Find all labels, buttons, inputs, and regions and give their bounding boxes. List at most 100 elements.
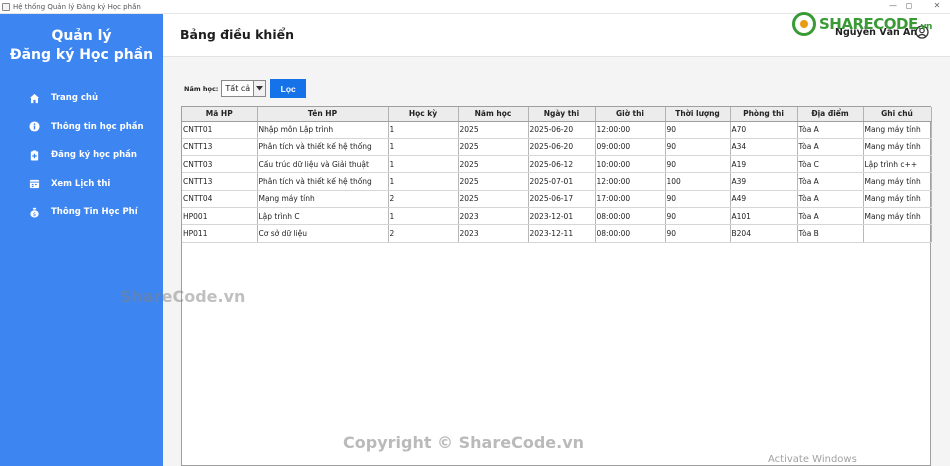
table-cell: Mang máy tính	[863, 207, 932, 226]
sidebar-item-home[interactable]: Trang chủ	[0, 84, 163, 113]
exam-schedule-table: Mã HP Tên HP Học kỳ Năm học Ngày thi Giờ…	[181, 106, 932, 466]
table-row[interactable]: CNTT13 Phân tích và thiết kế hệ thống 1 …	[182, 138, 932, 157]
table-cell: 2025	[458, 190, 529, 208]
table-cell: 2025-06-20	[528, 138, 596, 157]
table-cell: Mang máy tính	[863, 121, 932, 139]
table-cell: 2025-06-17	[528, 190, 596, 208]
sidebar-item-exam-schedule[interactable]: Xem Lịch thi	[0, 170, 163, 199]
app-icon	[2, 2, 10, 11]
table-cell: 2025	[458, 172, 529, 191]
main-panel: Bảng điều khiển Nguyễn Văn An Năm học: T…	[163, 14, 950, 466]
copyright-watermark: Copyright © ShareCode.vn	[343, 433, 585, 452]
table-cell: 90	[665, 155, 731, 174]
table-header-row: Mã HP Tên HP Học kỳ Năm học Ngày thi Giờ…	[182, 107, 932, 122]
logo-suffix: .vn	[917, 22, 933, 32]
table-cell: 2025	[458, 155, 529, 174]
sidebar-item-register[interactable]: Đăng ký học phần	[0, 141, 163, 170]
filter-button[interactable]: Lọc	[270, 79, 307, 98]
table-row[interactable]: CNTT13 Phân tích và thiết kế hệ thống 1 …	[182, 172, 932, 191]
table-cell: A49	[730, 190, 798, 208]
table-cell: Tòa C	[797, 155, 864, 174]
sidebar: Quản lý Đăng ký Học phần Trang chủ Thông…	[0, 14, 163, 466]
table-cell: 2025	[458, 138, 529, 157]
table-cell: Nhập môn Lập trình	[257, 121, 389, 139]
table-cell: CNTT13	[182, 172, 258, 191]
table-cell: 90	[665, 190, 731, 208]
table-cell: 2023	[458, 207, 529, 226]
minimize-icon[interactable]: —	[886, 1, 900, 10]
table-cell: 100	[665, 172, 731, 191]
table-cell: A39	[730, 172, 798, 191]
table-cell: Phân tích và thiết kế hệ thống	[257, 172, 389, 191]
column-header[interactable]: Giờ thi	[595, 107, 666, 122]
logo-text: SHARECODE	[819, 15, 918, 33]
sidebar-item-course-info[interactable]: Thông tin học phần	[0, 113, 163, 142]
year-filter-label: Năm học:	[184, 84, 219, 93]
table-cell: 2025-06-12	[528, 155, 596, 174]
table-row[interactable]: HP011 Cơ sở dữ liệu 2 2023 2023-12-11 08…	[182, 224, 932, 243]
table-cell: Tòa B	[797, 224, 864, 243]
table-cell: 2	[388, 224, 459, 243]
table-cell: 1	[388, 172, 459, 191]
table-cell: 2025	[458, 121, 529, 139]
table-cell: CNTT01	[182, 121, 258, 139]
column-header[interactable]: Mã HP	[182, 107, 258, 122]
column-header[interactable]: Ghi chú	[863, 107, 932, 122]
register-icon	[29, 150, 40, 161]
money-bag-icon: $	[29, 207, 40, 218]
table-row[interactable]: CNTT03 Cấu trúc dữ liệu và Giải thuật 1 …	[182, 155, 932, 174]
table-cell: 1	[388, 138, 459, 157]
window-title: Hệ thống Quản lý Đăng ký Học phần	[13, 2, 141, 11]
table-cell: 17:00:00	[595, 190, 666, 208]
sidebar-brand: Quản lý Đăng ký Học phần	[0, 27, 163, 65]
table-cell: A19	[730, 155, 798, 174]
column-header[interactable]: Ngày thi	[528, 107, 596, 122]
column-header[interactable]: Học kỳ	[388, 107, 459, 122]
calendar-icon	[29, 178, 40, 189]
maximize-icon[interactable]: ◻	[902, 1, 916, 10]
table-cell: Cơ sở dữ liệu	[257, 224, 389, 243]
year-select-value: Tất cả	[225, 84, 251, 93]
table-cell: 2023-12-11	[528, 224, 596, 243]
column-header[interactable]: Thời lượng	[665, 107, 731, 122]
table-cell: Mang máy tính	[863, 172, 932, 191]
column-header[interactable]: Tên HP	[257, 107, 389, 122]
table-cell: Tòa A	[797, 121, 864, 139]
table-cell: CNTT13	[182, 138, 258, 157]
column-header[interactable]: Năm học	[458, 107, 529, 122]
close-icon[interactable]: ✕	[930, 1, 944, 10]
brand-line-2: Đăng ký Học phần	[9, 47, 154, 63]
sidebar-item-label: Xem Lịch thi	[51, 178, 111, 189]
brand-line-1: Quản lý	[51, 28, 112, 44]
table-row[interactable]: HP001 Lập trình C 1 2023 2023-12-01 08:0…	[182, 207, 932, 226]
table-cell: 08:00:00	[595, 207, 666, 226]
column-header[interactable]: Địa điểm	[797, 107, 864, 122]
table-cell: 10:00:00	[595, 155, 666, 174]
chevron-down-icon[interactable]	[253, 81, 266, 96]
watermark-text: ShareCode.vn	[120, 287, 246, 306]
table-row[interactable]: CNTT04 Mạng máy tính 2 2025 2025-06-17 1…	[182, 190, 932, 208]
sidebar-item-label: Đăng ký học phần	[51, 150, 137, 161]
table-cell: 2023-12-01	[528, 207, 596, 226]
activate-windows-text: Activate Windows	[768, 454, 857, 465]
table-cell: Mang máy tính	[863, 138, 932, 157]
page-title: Bảng điều khiển	[180, 27, 294, 42]
table-cell: 90	[665, 207, 731, 226]
sidebar-item-tuition[interactable]: $ Thông Tin Học Phí	[0, 198, 163, 227]
table-cell: Mạng máy tính	[257, 190, 389, 208]
table-cell: CNTT03	[182, 155, 258, 174]
sidebar-nav: Trang chủ Thông tin học phần Đăng ký học…	[0, 84, 163, 227]
table-row[interactable]: CNTT01 Nhập môn Lập trình 1 2025 2025-06…	[182, 121, 932, 139]
sidebar-item-label: Thông Tin Học Phí	[51, 207, 138, 218]
table-cell: 1	[388, 207, 459, 226]
year-select[interactable]: Tất cả	[221, 80, 267, 97]
table-cell: Phân tích và thiết kế hệ thống	[257, 138, 389, 157]
table-cell: 08:00:00	[595, 224, 666, 243]
table-cell: 1	[388, 155, 459, 174]
table-cell: A101	[730, 207, 798, 226]
table-cell: Cấu trúc dữ liệu và Giải thuật	[257, 155, 389, 174]
table-cell: 2	[388, 190, 459, 208]
column-header[interactable]: Phòng thi	[730, 107, 798, 122]
table-cell: Tòa A	[797, 207, 864, 226]
table-cell: Tòa A	[797, 190, 864, 208]
